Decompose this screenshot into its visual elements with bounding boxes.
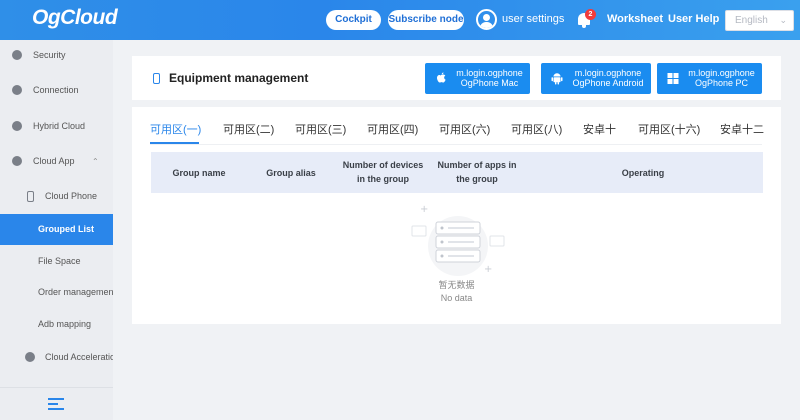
top-bar: OgCloud Cockpit Subscribe node user sett… [0,0,800,40]
zone-tabs: 可用区(一) 可用区(二) 可用区(三) 可用区(四) 可用区(六) 可用区(八… [150,121,770,143]
svg-text:+: + [484,264,492,275]
sidebar: Security Connection Hybrid Cloud Cloud A… [0,40,113,420]
tab-zone-8[interactable]: 可用区(八) [511,121,562,137]
windows-icon [667,73,679,84]
svg-text:+: + [420,204,428,215]
connection-icon [12,85,22,95]
sidebar-item-hybrid-cloud[interactable]: Hybrid Cloud [0,111,113,142]
acceleration-icon [25,352,35,362]
tab-zone-1[interactable]: 可用区(一) [150,121,201,137]
chevron-down-icon: ⌄ [779,15,787,25]
cockpit-button[interactable]: Cockpit [326,10,381,30]
apple-icon [437,72,446,83]
empty-text-en: No data [440,293,473,303]
download-line2: OgPhone Android [572,78,644,88]
sidebar-item-grouped-list[interactable]: Grouped List [0,214,113,245]
active-tab-indicator [150,142,199,144]
tab-android-12[interactable]: 安卓十二 [720,121,764,137]
column-header-group-name: Group name [172,168,226,178]
column-header-apps: Number of apps in the group [431,158,523,186]
sidebar-item-label: Cloud App [33,156,75,166]
download-mac-button[interactable]: m.login.ogphone OgPhone Mac [425,63,530,94]
user-settings-link[interactable]: user settings [502,13,564,25]
tab-zone-3[interactable]: 可用区(三) [295,121,346,137]
group-list-card: 可用区(一) 可用区(二) 可用区(三) 可用区(四) 可用区(六) 可用区(八… [132,107,781,324]
tab-zone-6[interactable]: 可用区(六) [439,121,490,137]
column-header-line: the group [456,174,498,184]
chevron-up-icon: ⌃ [92,157,99,166]
column-header-operating: Operating [621,168,665,178]
tab-zone-16[interactable]: 可用区(十六) [638,121,700,137]
sidebar-item-order-management[interactable]: Order management [0,277,113,308]
tab-zone-2[interactable]: 可用区(二) [223,121,274,137]
app-icon [12,156,22,166]
sidebar-item-label: Order management [38,287,113,297]
sidebar-item-adb-mapping[interactable]: Adb mapping [0,309,113,340]
phone-icon [27,191,34,202]
shield-icon [12,50,22,60]
sidebar-item-label: File Space [38,256,81,266]
sidebar-item-cloud-acceleration[interactable]: Cloud Acceleration [0,342,113,373]
download-pc-button[interactable]: m.login.ogphone OgPhone PC [657,63,762,94]
sidebar-item-label: Security [33,50,66,60]
logo[interactable]: OgCloud [32,6,118,30]
menu-collapse-icon[interactable] [48,398,64,411]
sidebar-item-connection[interactable]: Connection [0,75,113,106]
sidebar-item-cloud-phone[interactable]: Cloud Phone [0,181,113,212]
notification-badge: 2 [585,9,596,20]
tabs-divider [150,144,762,145]
worksheet-link[interactable]: Worksheet [607,13,663,25]
language-select[interactable]: English ⌄ [725,10,794,31]
download-line1: m.login.ogphone [574,68,642,78]
phone-icon [153,73,160,84]
sidebar-item-label: Hybrid Cloud [33,121,86,131]
tab-zone-4[interactable]: 可用区(四) [367,121,418,137]
tab-android-10[interactable]: 安卓十 [583,121,616,137]
android-icon [551,73,563,85]
sidebar-item-file-space[interactable]: File Space [0,246,113,277]
sidebar-item-cloud-app[interactable]: Cloud App ⌃ [0,146,113,177]
page-header-card: Equipment management m.login.ogphone OgP… [132,56,781,100]
language-select-value: English [735,15,768,26]
download-line1: m.login.ogphone [456,68,523,78]
user-avatar-icon[interactable] [476,9,497,30]
column-header-line: Number of devices [342,160,424,170]
download-line2: OgPhone PC [694,78,749,88]
user-help-link[interactable]: User Help [668,13,719,25]
sidebar-footer [0,387,113,420]
page-title: Equipment management [169,71,309,85]
download-line1: m.login.ogphone [688,68,755,78]
sidebar-item-label: Cloud Phone [45,191,98,201]
sidebar-item-label: Connection [33,85,79,95]
subscribe-node-button[interactable]: Subscribe node [388,10,464,30]
column-header-group-alias: Group alias [266,168,316,178]
column-header-line: Number of apps in [437,160,517,170]
empty-text-cn: 暂无数据 [438,280,475,290]
sidebar-item-label: Cloud Acceleration [45,352,113,362]
sidebar-item-label: Adb mapping [38,319,92,329]
table-header: Group name Group alias Number of devices… [151,152,763,193]
download-line2: OgPhone Mac [460,78,519,88]
column-header-devices: Number of devices in the group [337,158,429,186]
cloud-icon [12,121,22,131]
column-header-line: in the group [357,174,409,184]
sidebar-item-label: Grouped List [38,224,94,234]
download-android-button[interactable]: m.login.ogphone OgPhone Android [541,63,651,94]
sidebar-item-security[interactable]: Security [0,40,113,71]
